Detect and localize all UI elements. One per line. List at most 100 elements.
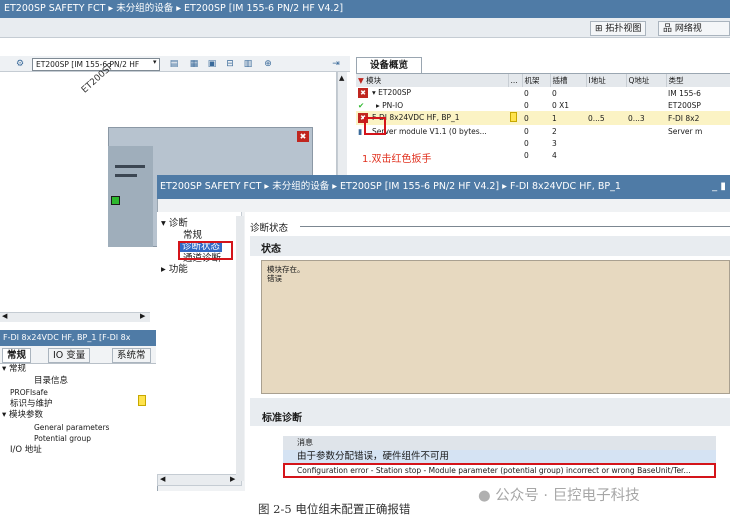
window-breadcrumb: ET200SP SAFETY FCT ▸ 未分组的设备 ▸ ET200SP [I…: [0, 0, 730, 18]
table-row[interactable]: 0 3: [356, 137, 730, 149]
nav-item-module-params[interactable]: ▾ 模块参数: [0, 410, 150, 422]
table-cell: [508, 149, 522, 161]
column-header[interactable]: ...: [508, 74, 523, 87]
table-row[interactable]: ✖ ▾ ET200SP 0 0 IM 155-6: [356, 87, 730, 99]
nav-item-potential-group[interactable]: Potential group: [0, 433, 150, 445]
overview-icon[interactable]: ▥: [242, 58, 254, 70]
column-header[interactable]: Q地址: [626, 74, 667, 87]
scroll-left-icon[interactable]: ◀: [2, 312, 7, 320]
column-header[interactable]: 机架: [522, 74, 551, 87]
section-header: 诊断状态: [250, 223, 289, 234]
nav-item-diagnostics[interactable]: ▾ 诊断: [157, 218, 241, 230]
filter-icon[interactable]: ▼: [358, 76, 364, 85]
zoom-icon[interactable]: ⊕: [262, 58, 274, 70]
table-cell: 1: [550, 111, 586, 125]
table-cell: [626, 99, 666, 111]
canvas-horizontal-scrollbar[interactable]: ◀ ▶: [0, 312, 150, 322]
table-header-row: ▼ 模块 ... 机架 插槽 I地址 Q地址 类型: [356, 74, 730, 87]
topology-icon: ⊞: [595, 24, 606, 34]
table-cell: [626, 87, 666, 99]
tab-system-constants[interactable]: 系统常: [112, 348, 151, 363]
column-header[interactable]: 类型: [666, 74, 730, 87]
nav-item-identification[interactable]: 标识与维护: [0, 399, 150, 411]
ok-status-icon: [111, 196, 120, 205]
nav-horizontal-scrollbar[interactable]: ◀ ▶: [157, 474, 242, 486]
wrench-icon[interactable]: ✖: [358, 88, 368, 98]
instruction-annotation: 1.双击红色扳手: [362, 154, 432, 165]
watermark-text: 公众号 · 巨控电子科技: [495, 488, 640, 504]
figure-caption: 图 2-5 电位组未配置正确报错: [258, 502, 411, 516]
message-row[interactable]: 由于参数分配错误，硬件组件不可用: [283, 450, 716, 463]
tab-general[interactable]: 常规: [2, 348, 32, 363]
layout-icon[interactable]: ⊟: [224, 58, 236, 70]
table-row[interactable]: ▮ Server module V1.1 (0 bytes... 0 2 Serv…: [356, 125, 730, 137]
tab-network-view[interactable]: 品 网络视: [658, 21, 730, 36]
table-cell: 0: [524, 126, 529, 136]
message-row-error[interactable]: Configuration error - Station stop - Mod…: [283, 463, 716, 478]
module-name: Server module V1.1 (0 bytes...: [372, 126, 487, 136]
properties-nav: ▾ 常规 目录信息 PROFIsafe 标识与维护 ▾ 模块参数 General…: [0, 364, 150, 484]
table-cell: 0: [524, 100, 529, 110]
table-cell: [508, 99, 522, 111]
divider: [300, 226, 730, 227]
nav-item-profisafe[interactable]: PROFIsafe: [0, 387, 150, 399]
panel-toggle-icon[interactable]: ⇥: [330, 58, 342, 70]
table-cell: 0: [522, 111, 550, 125]
panel-splitter[interactable]: [236, 216, 244, 481]
wrench-icon[interactable]: ✖: [297, 131, 309, 142]
network-icon: 品: [663, 24, 675, 34]
column-header[interactable]: ▼ 模块: [356, 74, 509, 87]
tab-device-overview[interactable]: 设备概览: [356, 57, 422, 73]
module-stripe: [115, 174, 137, 177]
view-tabs-bar: ⊞ 拓扑视图 品 网络视: [0, 18, 730, 38]
tab-io-tags[interactable]: IO 变量: [48, 348, 91, 363]
status-title: 状态: [261, 244, 281, 255]
table-cell: [586, 149, 626, 161]
table-row[interactable]: ✔ ▸ PN-IO 0 0 X1 ET200SP: [356, 99, 730, 111]
tab-network-label: 网络视: [674, 24, 702, 34]
table-row[interactable]: ✖ F-DI 8x24VDC HF, BP_1 0 1 0...5 0...3 F…: [356, 111, 730, 125]
table-cell: [626, 137, 666, 149]
table-cell: [626, 125, 666, 137]
grid-icon[interactable]: ▤: [168, 58, 180, 70]
module-icon[interactable]: ▣: [206, 58, 218, 70]
message-column-header: 消息: [283, 436, 716, 450]
device-selector[interactable]: ET200SP [IM 155-6 PN/2 HF: [32, 58, 160, 71]
scroll-up-icon[interactable]: ▲: [339, 74, 344, 82]
minimize-icon[interactable]: _ ▮: [708, 175, 730, 199]
nav-item-general[interactable]: ▾ 常规: [0, 364, 150, 376]
chevron-down-icon[interactable]: ▾: [153, 58, 157, 66]
table-cell: 4: [552, 150, 557, 160]
nav-item-catalog[interactable]: 目录信息: [0, 376, 150, 388]
status-line: 错误: [267, 274, 282, 283]
column-header[interactable]: 插槽: [550, 74, 587, 87]
watermark: ● 公众号 · 巨控电子科技: [478, 484, 640, 505]
column-header-label: 模块: [366, 76, 382, 85]
wechat-icon: ●: [478, 488, 491, 504]
check-icon: ✔: [358, 100, 365, 110]
nav-item-general-parameters[interactable]: General parameters: [0, 422, 150, 434]
table-cell: 0: [524, 88, 529, 98]
column-header[interactable]: I地址: [586, 74, 627, 87]
device-icon[interactable]: ⚙: [14, 58, 26, 70]
table-cell: [666, 149, 730, 161]
tab-topology-view[interactable]: ⊞ 拓扑视图: [590, 21, 647, 36]
table-cell: 2: [552, 126, 557, 136]
dialog-title: ET200SP SAFETY FCT ▸ 未分组的设备 ▸ ET200SP [I…: [157, 175, 730, 199]
table-icon[interactable]: ▦: [188, 58, 200, 70]
highlight-box: [364, 117, 386, 135]
table-cell: Server m: [668, 126, 703, 136]
nav-item-general[interactable]: 常规: [157, 230, 241, 242]
table-cell: F-DI 8x2: [666, 111, 730, 125]
table-cell: [586, 87, 626, 99]
scroll-right-icon[interactable]: ▶: [140, 312, 145, 320]
nav-item-functions[interactable]: ▸ 功能: [157, 264, 241, 276]
module-name: ▸ PN-IO: [376, 100, 404, 110]
scroll-right-icon[interactable]: ▶: [230, 475, 235, 483]
table-cell: 0: [552, 88, 557, 98]
scroll-left-icon[interactable]: ◀: [160, 475, 165, 483]
nav-item-io-address[interactable]: I/O 地址: [0, 445, 150, 457]
table-cell: [508, 137, 522, 149]
standard-diag-title: 标准诊断: [262, 413, 302, 424]
table-cell: 0...3: [626, 111, 666, 125]
